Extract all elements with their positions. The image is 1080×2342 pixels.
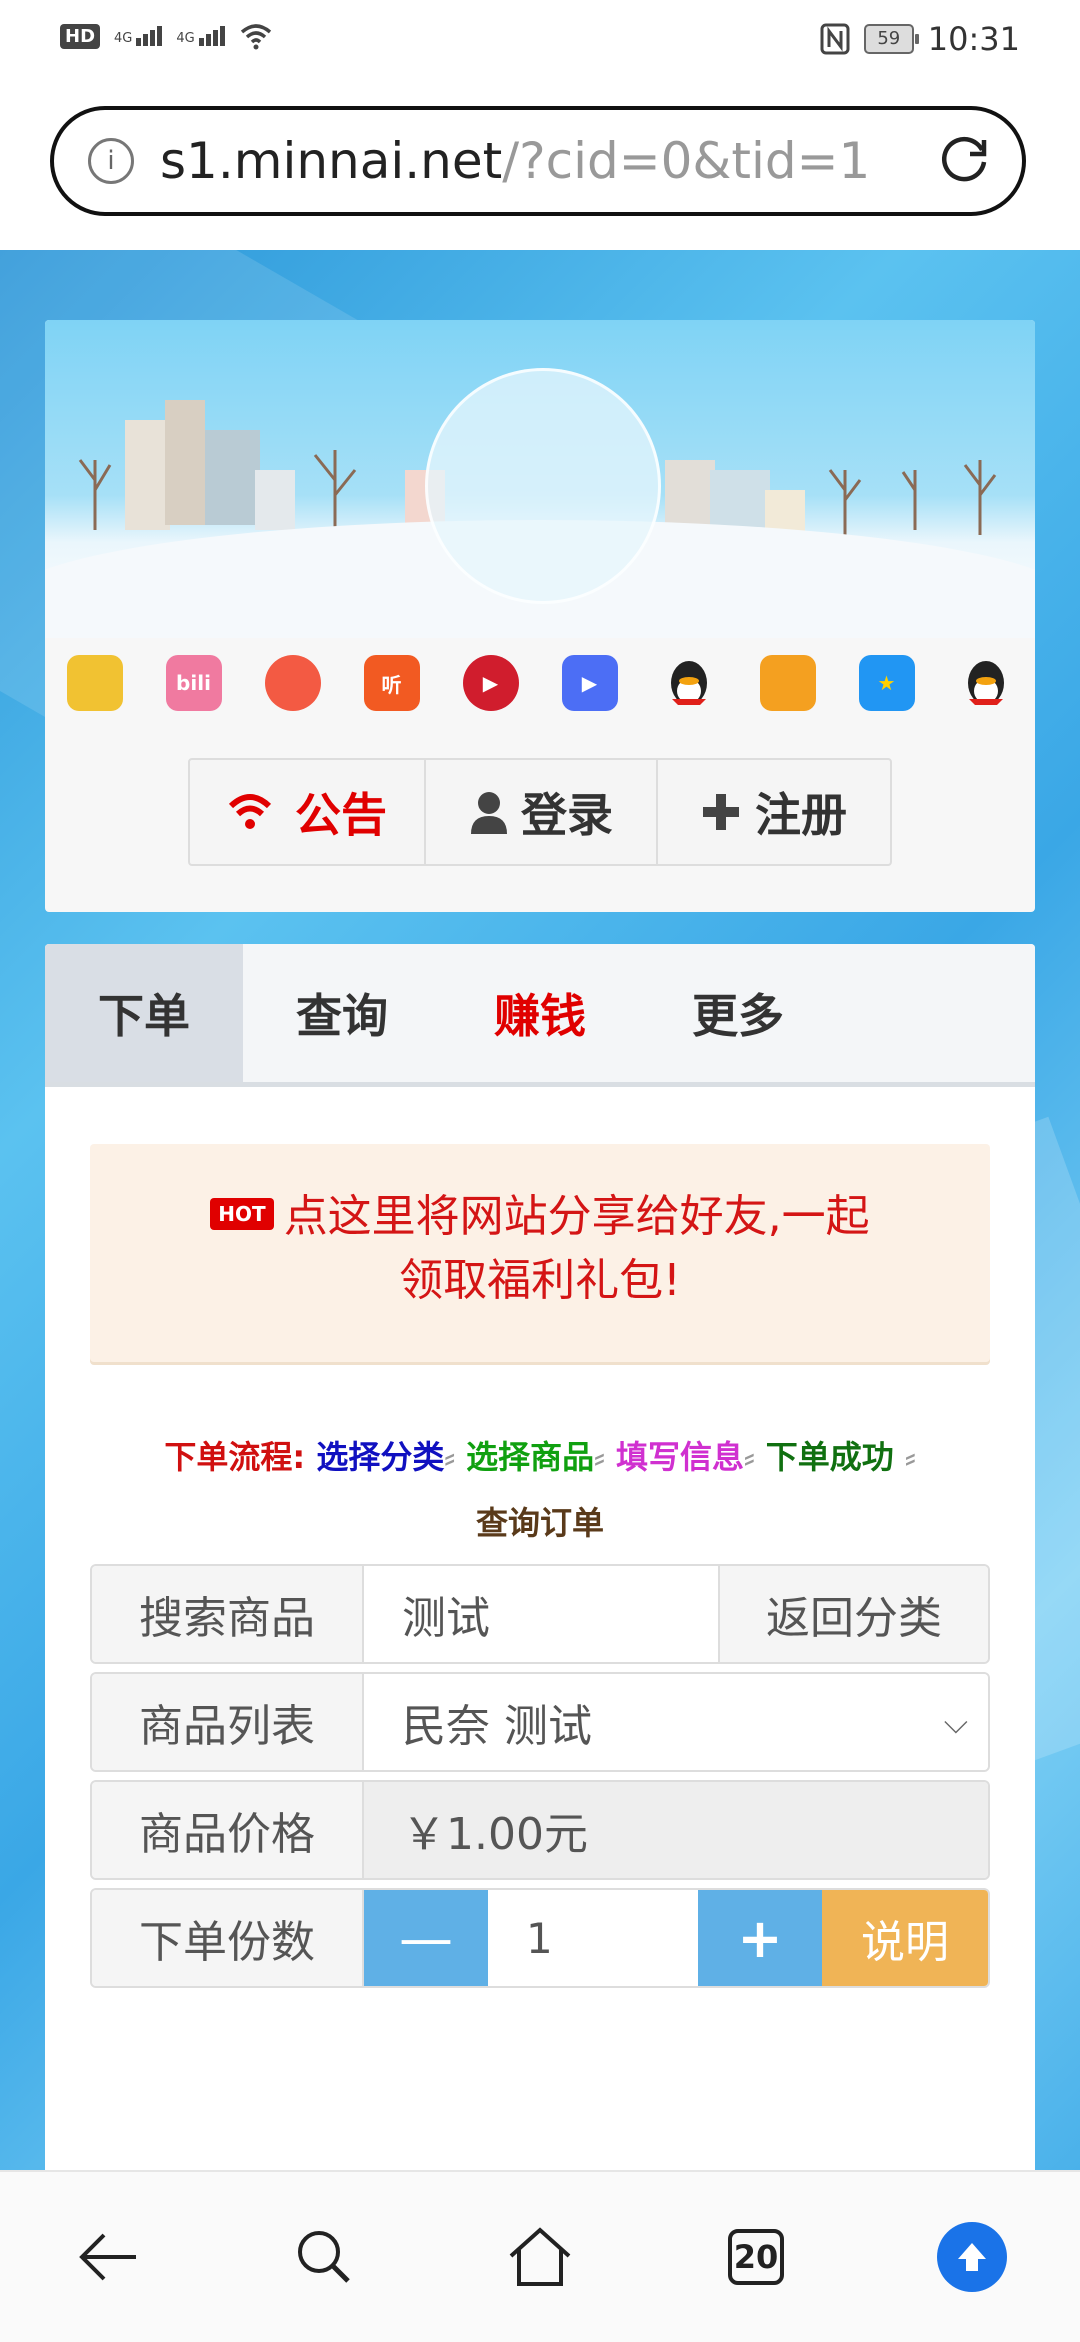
top-button-group: 公告 登录 注册 [188, 758, 892, 866]
app-icon-qq[interactable] [661, 655, 717, 711]
app-icon-ting[interactable]: 听 [363, 655, 420, 711]
apps-row: bili 听 ▶ ▶ ★ [45, 638, 1035, 728]
product-select[interactable]: 民奈 测试 ⌵ [364, 1674, 988, 1770]
arrow-icon: ⸗ [444, 1438, 456, 1476]
app-icon-1[interactable] [66, 655, 123, 711]
header-card: bili 听 ▶ ▶ ★ 公告 登录 注册 [45, 320, 1035, 912]
order-flow: 下单流程: 选择分类⸗ 选择商品⸗ 填写信息⸗ 下单成功 ⸗ 查询订单 [45, 1424, 1035, 1556]
app-icon-6[interactable]: ▶ [561, 655, 618, 711]
quantity-label: 下单份数 [92, 1890, 364, 1986]
app-icon-3[interactable] [264, 655, 321, 711]
search-input[interactable]: 测试 [364, 1566, 718, 1662]
wifi-icon [228, 794, 272, 829]
tabs-button[interactable]: 20 [711, 2212, 801, 2302]
price-label: 商品价格 [92, 1782, 364, 1878]
quantity-minus-button[interactable]: — [364, 1890, 488, 1986]
flow-step-5: 查询订单 [475, 1504, 604, 1542]
info-icon[interactable]: i [88, 138, 134, 184]
share-banner[interactable]: HOT 点这里将网站分享给好友,一起 领取福利礼包! [90, 1144, 990, 1362]
reload-icon[interactable] [934, 128, 994, 188]
clock: 10:31 [927, 20, 1020, 58]
arrow-icon: ⸗ [594, 1438, 605, 1476]
url-path: /?cid=0&tid=1 [502, 132, 871, 190]
tab-query[interactable]: 查询 [243, 944, 441, 1082]
search-label: 搜索商品 [92, 1566, 364, 1662]
tab-bar: 下单 查询 赚钱 更多 [45, 944, 1035, 1087]
app-icon-video[interactable]: ▶ [462, 655, 519, 711]
arrow-icon: ⸗ [904, 1438, 916, 1476]
wifi-icon [240, 24, 271, 50]
search-icon [298, 2231, 350, 2283]
plus-icon [703, 794, 739, 830]
hot-badge: HOT [210, 1198, 274, 1230]
flow-label: 下单流程: [164, 1438, 306, 1476]
signal-2-icon: 4G [176, 26, 225, 46]
quantity-plus-button[interactable]: + [698, 1890, 822, 1986]
share-line1: HOT 点这里将网站分享给好友,一起 [90, 1180, 990, 1244]
back-arrow-icon [79, 2233, 136, 2281]
winter-banner [45, 320, 1035, 638]
url-host: s1.minnai.net [160, 132, 503, 190]
hd-badge: HD [60, 23, 101, 49]
product-list-row: 商品列表 民奈 测试 ⌵ [90, 1672, 990, 1772]
price-value: ￥1.00元 [364, 1782, 988, 1878]
flow-step-3: 填写信息 [615, 1438, 744, 1476]
url-bar[interactable]: i s1.minnai.net/?cid=0&tid=1 [50, 106, 1026, 216]
help-button[interactable]: 说明 [822, 1890, 988, 1986]
user-icon [471, 792, 507, 834]
signal-1-icon: 4G [114, 26, 163, 46]
status-left: HD 4G 4G [60, 22, 273, 50]
flow-step-1: 选择分类 [316, 1438, 445, 1476]
tabs-count: 20 [728, 2229, 784, 2285]
product-list-label: 商品列表 [92, 1674, 364, 1770]
search-row: 搜索商品 测试 返回分类 [90, 1564, 990, 1664]
tab-order[interactable]: 下单 [45, 944, 243, 1082]
avatar[interactable] [425, 368, 661, 604]
app-icon-8[interactable] [759, 655, 816, 711]
chevron-down-icon: ⌵ [943, 1702, 968, 1741]
notice-button[interactable]: 公告 [190, 760, 426, 864]
browser-bottom-nav: 20 [0, 2170, 1080, 2342]
price-row: 商品价格 ￥1.00元 [90, 1780, 990, 1880]
app-icon-qzone[interactable]: ★ [858, 655, 915, 711]
quantity-row: 下单份数 — 1 + 说明 [90, 1888, 990, 1988]
arrow-up-icon [937, 2222, 1007, 2292]
scroll-up-button[interactable] [927, 2212, 1017, 2302]
order-card: 下单 查询 赚钱 更多 HOT 点这里将网站分享给好友,一起 领取福利礼包! 下单… [45, 944, 1035, 2180]
back-category-button[interactable]: 返回分类 [718, 1566, 988, 1662]
flow-step-2: 选择商品 [466, 1438, 595, 1476]
app-icon-qq2[interactable] [958, 655, 1014, 711]
home-button[interactable] [495, 2212, 585, 2302]
app-icon-bilibili[interactable]: bili [165, 655, 222, 711]
status-right: 59 10:31 [820, 20, 1020, 58]
back-button[interactable] [63, 2212, 153, 2302]
quantity-input[interactable]: 1 [488, 1890, 698, 1986]
nfc-icon [820, 23, 850, 55]
login-button[interactable]: 登录 [426, 760, 658, 864]
flow-step-4: 下单成功 [765, 1438, 894, 1476]
tab-earn[interactable]: 赚钱 [441, 944, 639, 1082]
tab-more[interactable]: 更多 [639, 944, 837, 1082]
home-icon [509, 2227, 571, 2286]
search-button[interactable] [279, 2212, 369, 2302]
arrow-icon: ⸗ [743, 1438, 755, 1476]
url-text[interactable]: s1.minnai.net/?cid=0&tid=1 [160, 132, 870, 190]
battery-icon: 59 [863, 24, 919, 54]
status-bar: HD 4G 4G 59 10:31 [0, 0, 1080, 80]
share-line2: 领取福利礼包! [399, 1255, 681, 1306]
register-button[interactable]: 注册 [658, 760, 890, 864]
product-select-value: 民奈 测试 [402, 1701, 592, 1752]
